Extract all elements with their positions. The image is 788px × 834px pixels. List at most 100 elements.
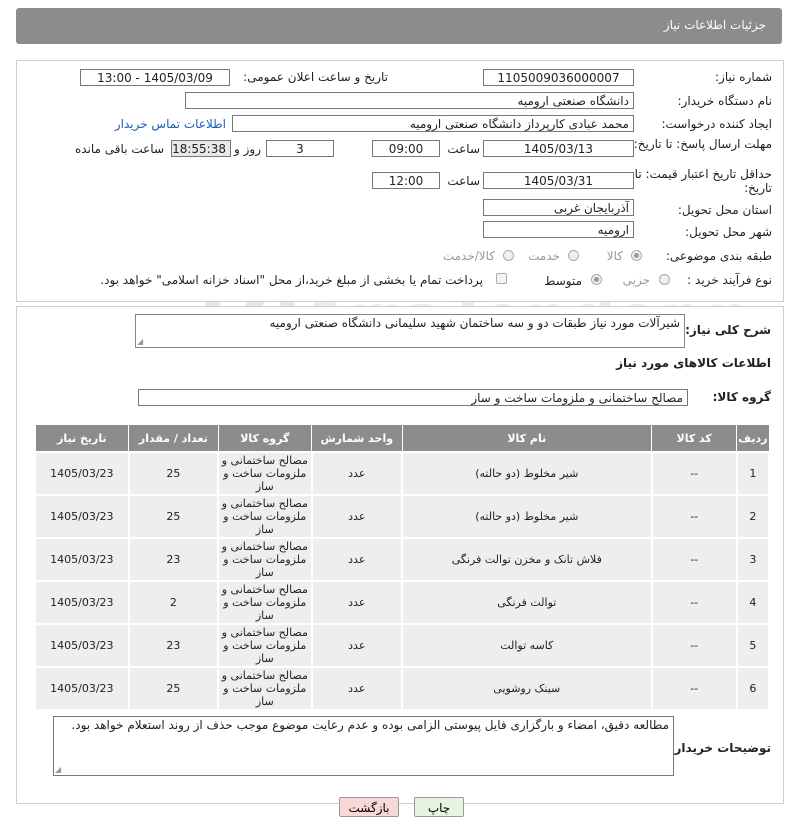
province-field: آذربایجان غربی — [483, 199, 634, 216]
cell-group: مصالح ساختمانی و ملزومات ساخت و ساز — [217, 537, 313, 582]
cell-unit: عدد — [310, 537, 404, 582]
category-goods-label: کالا — [606, 249, 623, 263]
header-unit: واحد شمارش — [311, 424, 403, 453]
cell-need-date: 1405/03/23 — [34, 580, 130, 625]
cell-unit: عدد — [310, 623, 404, 668]
cell-quantity: 25 — [127, 666, 220, 711]
reply-date-field: 1405/03/13 — [483, 140, 634, 157]
cell-unit: عدد — [310, 494, 404, 539]
cell-quantity: 25 — [127, 451, 220, 496]
need-number-field: 1105009036000007 — [483, 69, 634, 86]
table-row: 4 -- توالت فرنگی عدد مصالح ساختمانی و مل… — [34, 580, 771, 625]
buyer-notes-textarea[interactable]: مطالعه دقیق، امضاء و بارگزاری فایل پیوست… — [53, 716, 674, 776]
process-medium-radio[interactable] — [591, 274, 602, 285]
page-title: جزئیات اطلاعات نیاز — [663, 18, 766, 32]
cell-unit: عدد — [310, 666, 404, 711]
header-item-code: کد کالا — [651, 424, 738, 453]
treasury-payment-checkbox[interactable] — [496, 273, 507, 284]
category-label: طبقه بندی موضوعی: — [665, 249, 772, 263]
buyer-org-label: نام دستگاه خریدار: — [677, 94, 773, 108]
process-minor-label: جزیی — [622, 273, 650, 287]
process-minor-radio[interactable] — [659, 274, 670, 285]
cell-group: مصالح ساختمانی و ملزومات ساخت و ساز — [217, 580, 313, 625]
cell-need-date: 1405/03/23 — [34, 666, 130, 711]
items-title: اطلاعات کالاهای مورد نیاز — [616, 356, 771, 370]
cell-quantity: 25 — [127, 494, 220, 539]
cell-need-date: 1405/03/23 — [34, 623, 130, 668]
cell-item-code: -- — [650, 451, 738, 496]
group-field: مصالح ساختمانی و ملزومات ساخت و ساز — [138, 389, 688, 406]
cell-item-name: فلاش تانک و مخزن توالت فرنگی — [401, 537, 653, 582]
description-label: شرح کلی نیاز: — [685, 323, 771, 337]
table-row: 2 -- شیر مخلوط (دو حالته) عدد مصالح ساخت… — [34, 494, 771, 539]
cell-group: مصالح ساختمانی و ملزومات ساخت و ساز — [217, 494, 313, 539]
table-header-row: ردیف کد کالا نام کالا واحد شمارش گروه کا… — [34, 424, 770, 453]
category-service-label: خدمت — [528, 249, 560, 263]
cell-item-code: -- — [650, 537, 738, 582]
creator-label: ایجاد کننده درخواست: — [661, 117, 772, 131]
process-label: نوع فرآیند خرید : — [687, 273, 772, 287]
cell-unit: عدد — [310, 580, 404, 625]
days-label: روز و — [234, 142, 261, 156]
cell-item-name: کاسه توالت — [401, 623, 653, 668]
group-label: گروه کالا: — [712, 390, 771, 404]
contact-info-link[interactable]: اطلاعات تماس خریدار — [115, 117, 226, 131]
header-quantity: تعداد / مقدار — [128, 424, 219, 453]
cell-quantity: 23 — [127, 537, 220, 582]
cell-item-code: -- — [650, 494, 738, 539]
cell-group: مصالح ساختمانی و ملزومات ساخت و ساز — [217, 451, 313, 496]
cell-item-name: شیر مخلوط (دو حالته) — [401, 451, 653, 496]
remaining-time-label: ساعت باقی مانده — [74, 142, 164, 156]
cell-group: مصالح ساختمانی و ملزومات ساخت و ساز — [217, 623, 313, 668]
cell-quantity: 23 — [127, 623, 220, 668]
cell-item-code: -- — [650, 580, 738, 625]
payment-note: پرداخت تمام یا بخشی از مبلغ خرید،از محل … — [100, 273, 483, 287]
category-service-radio[interactable] — [568, 250, 579, 261]
validity-time-field: 12:00 — [372, 172, 440, 189]
header-group: گروه کالا — [217, 424, 313, 453]
province-label: استان محل تحویل: — [677, 203, 772, 217]
table-row: 3 -- فلاش تانک و مخزن توالت فرنگی عدد مص… — [34, 537, 771, 582]
header-item-name: نام کالا — [401, 424, 653, 453]
process-medium-label: متوسط — [544, 274, 582, 288]
cell-row-number: 1 — [735, 451, 771, 496]
days-field: 3 — [266, 140, 334, 157]
remaining-time-field: 18:55:38 — [171, 140, 231, 157]
cell-item-name: شیر مخلوط (دو حالته) — [401, 494, 653, 539]
category-goods-radio[interactable] — [631, 250, 642, 261]
description-textarea[interactable]: شیرآلات مورد نیاز طبقات دو و سه ساختمان … — [135, 314, 685, 348]
announce-field: 1405/03/09 - 13:00 — [80, 69, 230, 86]
cell-row-number: 4 — [735, 580, 771, 625]
buyer-org-field: دانشگاه صنعتی ارومیه — [185, 92, 634, 109]
table-row: 6 -- سینک روشویی عدد مصالح ساختمانی و مل… — [34, 666, 771, 711]
page-header: جزئیات اطلاعات نیاز — [16, 8, 782, 44]
back-button[interactable]: بازگشت — [339, 797, 399, 817]
cell-quantity: 2 — [127, 580, 220, 625]
cell-row-number: 2 — [735, 494, 771, 539]
category-both-label: کالا/خدمت — [442, 249, 495, 263]
print-button[interactable]: چاپ — [414, 797, 464, 817]
cell-group: مصالح ساختمانی و ملزومات ساخت و ساز — [217, 666, 313, 711]
resize-handle-icon[interactable]: ◢ — [55, 766, 63, 774]
validity-date-field: 1405/03/31 — [483, 172, 634, 189]
cell-need-date: 1405/03/23 — [34, 451, 130, 496]
header-row-number: ردیف — [736, 424, 770, 453]
header-need-date: تاریخ نیاز — [34, 424, 130, 453]
cell-unit: عدد — [310, 451, 404, 496]
cell-need-date: 1405/03/23 — [34, 537, 130, 582]
cell-item-code: -- — [650, 623, 738, 668]
cell-item-name: توالت فرنگی — [401, 580, 653, 625]
cell-row-number: 6 — [735, 666, 771, 711]
cell-item-name: سینک روشویی — [401, 666, 653, 711]
table-row: 1 -- شیر مخلوط (دو حالته) عدد مصالح ساخت… — [34, 451, 771, 496]
cell-item-code: -- — [650, 666, 738, 711]
cell-row-number: 5 — [735, 623, 771, 668]
announce-label: تاریخ و ساعت اعلان عمومی: — [243, 70, 388, 84]
creator-field: محمد عبادی کارپرداز دانشگاه صنعتی ارومیه — [232, 115, 634, 132]
category-both-radio[interactable] — [503, 250, 514, 261]
reply-time-label: ساعت — [447, 142, 480, 156]
resize-handle-icon[interactable]: ◢ — [137, 338, 145, 346]
cell-row-number: 3 — [735, 537, 771, 582]
table-row: 5 -- کاسه توالت عدد مصالح ساختمانی و ملز… — [34, 623, 771, 668]
reply-time-field: 09:00 — [372, 140, 440, 157]
